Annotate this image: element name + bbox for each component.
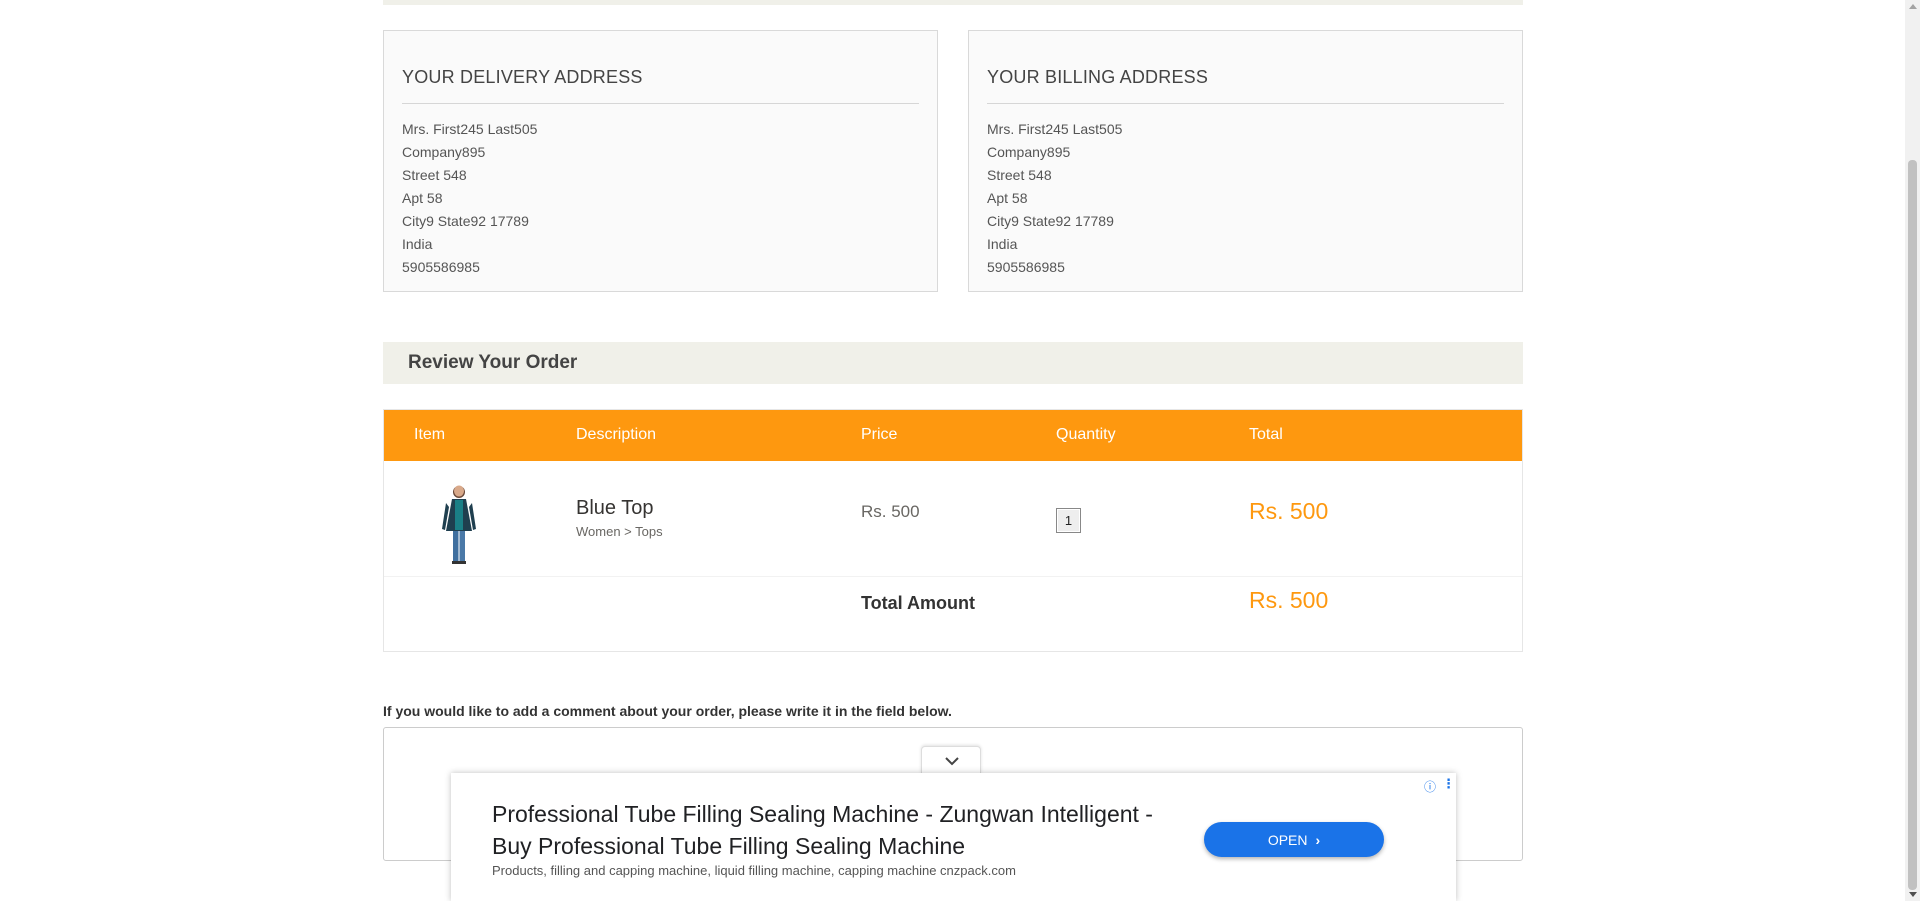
billing-country: India <box>987 236 1018 252</box>
total-amount-value: Rs. 500 <box>1249 587 1329 613</box>
ad-subtext: Products, filling and capping machine, l… <box>492 863 1016 878</box>
delivery-country: India <box>402 236 433 252</box>
order-table-header: Item Description Price Quantity Total <box>384 410 1522 461</box>
billing-address-box: YOUR BILLING ADDRESS Mrs. First245 Last5… <box>968 30 1523 292</box>
chevron-right-icon: › <box>1315 831 1321 848</box>
ad-open-label: OPEN <box>1267 831 1308 848</box>
ad-open-button[interactable]: OPEN › <box>1204 822 1384 857</box>
delivery-phone: 5905586985 <box>402 259 480 275</box>
top-section-strip <box>383 0 1523 5</box>
scroll-down-arrow-icon[interactable] <box>1909 892 1917 897</box>
billing-address-lines: Mrs. First245 Last505 Company895 Street … <box>987 118 1504 279</box>
header-total: Total <box>1249 426 1283 443</box>
table-row: Blue Top Women > Tops Rs. 500 1 Rs. 500 <box>384 461 1522 577</box>
advertisement-banner[interactable]: Professional Tube Filling Sealing Machin… <box>451 773 1456 901</box>
delivery-city-state-zip: City9 State92 17789 <box>402 213 529 229</box>
ad-collapse-tab[interactable] <box>921 746 981 774</box>
delivery-address-lines: Mrs. First245 Last505 Company895 Street … <box>402 118 919 279</box>
order-table: Item Description Price Quantity Total Bl… <box>383 409 1523 652</box>
product-category: Women > Tops <box>576 524 663 539</box>
delivery-address1: Street 548 <box>402 167 467 183</box>
scrollbar-thumb[interactable] <box>1908 160 1917 890</box>
more-options-icon[interactable]: ⋮ <box>1442 776 1455 792</box>
product-image <box>442 485 476 564</box>
info-icon[interactable]: ⓘ <box>1424 778 1436 795</box>
billing-address1: Street 548 <box>987 167 1052 183</box>
scroll-up-arrow-icon[interactable] <box>1909 4 1917 9</box>
vertical-scrollbar[interactable] <box>1905 0 1920 901</box>
billing-address2: Apt 58 <box>987 190 1028 206</box>
product-line-total: Rs. 500 <box>1249 498 1329 524</box>
review-order-heading-bar: Review Your Order <box>383 342 1523 384</box>
product-price: Rs. 500 <box>861 502 920 521</box>
product-name-link[interactable]: Blue Top <box>576 497 653 520</box>
delivery-name: Mrs. First245 Last505 <box>402 121 538 137</box>
chevron-down-icon <box>945 757 959 766</box>
delivery-address-title: YOUR DELIVERY ADDRESS <box>402 67 919 104</box>
billing-city-state-zip: City9 State92 17789 <box>987 213 1114 229</box>
header-item: Item <box>414 426 446 443</box>
header-description: Description <box>576 426 657 443</box>
billing-company: Company895 <box>987 144 1071 160</box>
total-amount-label: Total Amount <box>861 593 975 613</box>
quantity-button[interactable]: 1 <box>1056 508 1081 533</box>
billing-address-title: YOUR BILLING ADDRESS <box>987 67 1504 104</box>
ad-headline[interactable]: Professional Tube Filling Sealing Machin… <box>492 798 1192 862</box>
delivery-address-box: YOUR DELIVERY ADDRESS Mrs. First245 Last… <box>383 30 938 292</box>
billing-name: Mrs. First245 Last505 <box>987 121 1123 137</box>
comment-label: If you would like to add a comment about… <box>383 703 952 719</box>
header-quantity: Quantity <box>1056 426 1116 443</box>
delivery-company: Company895 <box>402 144 486 160</box>
product-image-link[interactable] <box>439 483 479 565</box>
billing-phone: 5905586985 <box>987 259 1065 275</box>
delivery-address2: Apt 58 <box>402 190 443 206</box>
review-order-title: Review Your Order <box>408 352 578 373</box>
header-price: Price <box>861 426 898 443</box>
